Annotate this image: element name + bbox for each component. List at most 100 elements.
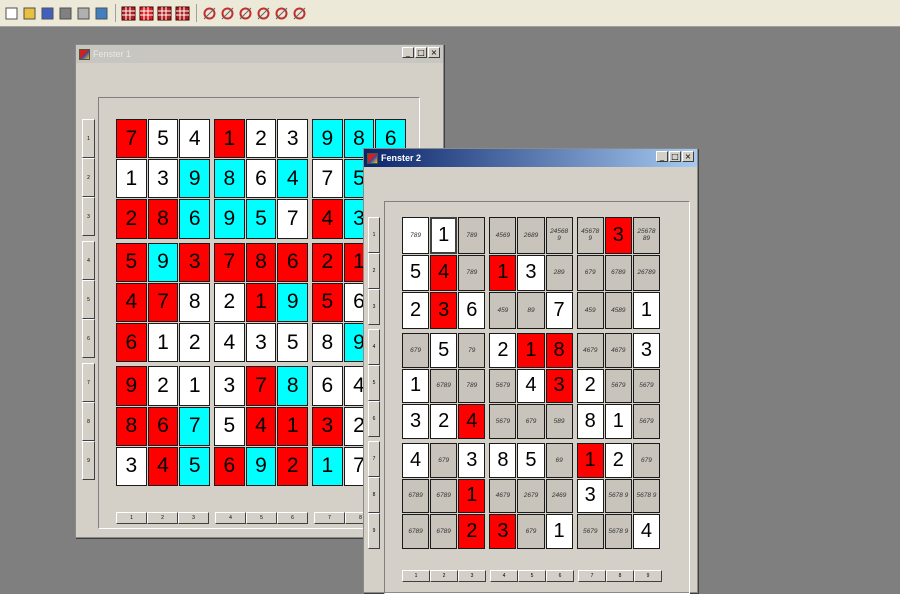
sudoku-cell[interactable]: 2689: [517, 217, 545, 254]
sudoku-cell[interactable]: 1: [245, 282, 277, 323]
sudoku-cell[interactable]: 6789: [604, 254, 632, 292]
print-preview-icon[interactable]: [75, 5, 91, 21]
sudoku-cell[interactable]: 6789: [402, 478, 430, 514]
sudoku-cell[interactable]: 1: [517, 333, 545, 368]
sudoku-cell[interactable]: 69: [545, 443, 573, 478]
sudoku-cell[interactable]: 26789: [632, 254, 660, 292]
sudoku-cell[interactable]: 2469: [545, 478, 573, 514]
sudoku-cell[interactable]: 6: [147, 406, 179, 446]
sudoku-cell[interactable]: 289: [545, 254, 573, 292]
sudoku-cell[interactable]: 789: [458, 254, 486, 292]
sudoku-cell[interactable]: 789: [458, 368, 486, 404]
column-button[interactable]: 1: [402, 570, 430, 582]
open-folder-icon[interactable]: [21, 5, 37, 21]
sudoku-cell[interactable]: 3: [214, 366, 245, 406]
column-button[interactable]: 7: [314, 512, 345, 524]
sudoku-cell[interactable]: 1: [458, 478, 486, 514]
sudoku-cell[interactable]: 1: [545, 514, 573, 549]
sudoku-cell[interactable]: 789: [458, 217, 486, 254]
grid-icon[interactable]: [120, 5, 136, 21]
column-button[interactable]: 6: [277, 512, 308, 524]
sudoku-cell[interactable]: 589: [545, 404, 573, 439]
sudoku-cell[interactable]: 4679: [576, 333, 604, 368]
close-button[interactable]: ×: [682, 151, 694, 162]
sudoku-cell[interactable]: 2: [214, 282, 245, 323]
column-button[interactable]: 5: [246, 512, 277, 524]
sudoku-cell[interactable]: 2: [604, 443, 632, 478]
column-button[interactable]: 2: [147, 512, 178, 524]
sudoku-cell[interactable]: 3: [632, 333, 660, 368]
column-button[interactable]: 4: [490, 570, 518, 582]
sudoku-cell[interactable]: 4679: [489, 478, 517, 514]
sudoku-cell[interactable]: 4: [632, 514, 660, 549]
sudoku-cell[interactable]: 45678 9: [576, 217, 604, 254]
rotate-left-icon[interactable]: [201, 5, 217, 21]
sudoku-cell[interactable]: 4: [312, 199, 343, 239]
sudoku-cell[interactable]: 9: [245, 446, 277, 486]
sudoku-cell[interactable]: 1: [632, 292, 660, 329]
sudoku-cell[interactable]: 2: [116, 199, 147, 239]
sudoku-cell[interactable]: 7: [116, 119, 147, 159]
sudoku-cell[interactable]: 679: [517, 514, 545, 549]
sudoku-cell[interactable]: 4: [517, 368, 545, 404]
grid-icon[interactable]: [156, 5, 172, 21]
sudoku-cell[interactable]: 3: [245, 323, 277, 363]
minimize-button[interactable]: _: [656, 151, 668, 162]
sudoku-cell[interactable]: 8: [179, 282, 210, 323]
sudoku-cell[interactable]: 5: [402, 254, 430, 292]
sudoku-cell[interactable]: 2: [576, 368, 604, 404]
sudoku-cell[interactable]: 5678 9: [632, 478, 660, 514]
save-icon[interactable]: [39, 5, 55, 21]
sudoku-cell[interactable]: 5: [147, 119, 179, 159]
sudoku-cell[interactable]: 4: [402, 443, 430, 478]
sudoku-cell[interactable]: 679: [576, 254, 604, 292]
row-button[interactable]: 9: [368, 513, 380, 549]
sudoku-cell[interactable]: 2: [402, 292, 430, 329]
sudoku-cell[interactable]: 3: [116, 446, 147, 486]
sudoku-cell[interactable]: 8: [245, 242, 277, 282]
row-button[interactable]: 6: [368, 401, 380, 437]
sudoku-cell[interactable]: 1: [576, 443, 604, 478]
column-button[interactable]: 3: [458, 570, 486, 582]
row-button[interactable]: 1: [368, 217, 380, 253]
sudoku-cell[interactable]: 5678 9: [604, 478, 632, 514]
sudoku-cell[interactable]: 7: [214, 242, 245, 282]
sudoku-cell[interactable]: 1: [116, 159, 147, 199]
flip-horizontal-icon[interactable]: [273, 5, 289, 21]
column-button[interactable]: 9: [634, 570, 662, 582]
sudoku-cell[interactable]: 9: [179, 159, 210, 199]
sudoku-cell[interactable]: 5: [116, 242, 147, 282]
sudoku-cell[interactable]: 4: [245, 406, 277, 446]
sudoku-cell[interactable]: 8: [489, 443, 517, 478]
sudoku-cell[interactable]: 5679: [632, 368, 660, 404]
sudoku-cell[interactable]: 4: [277, 159, 308, 199]
sudoku-cell[interactable]: 5: [214, 406, 245, 446]
sudoku-cell[interactable]: 2: [458, 514, 486, 549]
sudoku-cell[interactable]: 1: [312, 446, 343, 486]
web-icon[interactable]: [93, 5, 109, 21]
row-button[interactable]: 3: [82, 197, 95, 236]
title-bar[interactable]: Fenster 2 _ □ ×: [364, 149, 697, 167]
sudoku-cell[interactable]: 6789: [430, 368, 458, 404]
row-button[interactable]: 1: [82, 119, 95, 158]
sudoku-cell[interactable]: 3: [545, 368, 573, 404]
column-button[interactable]: 6: [546, 570, 574, 582]
sudoku-cell[interactable]: 6: [312, 366, 343, 406]
sudoku-cell[interactable]: 2: [312, 242, 343, 282]
row-button[interactable]: 3: [368, 289, 380, 325]
row-button[interactable]: 7: [368, 441, 380, 477]
sudoku-cell[interactable]: 5679: [632, 404, 660, 439]
mirror-diagonal-icon[interactable]: [237, 5, 253, 21]
sudoku-cell[interactable]: 3: [489, 514, 517, 549]
sudoku-cell[interactable]: 7: [312, 159, 343, 199]
sudoku-cell[interactable]: 2679: [517, 478, 545, 514]
grid-red-icon[interactable]: [138, 5, 154, 21]
sudoku-cell[interactable]: 8: [545, 333, 573, 368]
sudoku-cell[interactable]: 6789: [430, 478, 458, 514]
sudoku-cell[interactable]: 4: [179, 119, 210, 159]
row-button[interactable]: 5: [82, 280, 95, 319]
sudoku-cell[interactable]: 6: [116, 323, 147, 363]
row-button[interactable]: 4: [368, 329, 380, 365]
sudoku-cell[interactable]: 9: [214, 199, 245, 239]
sudoku-cell[interactable]: 1: [402, 368, 430, 404]
